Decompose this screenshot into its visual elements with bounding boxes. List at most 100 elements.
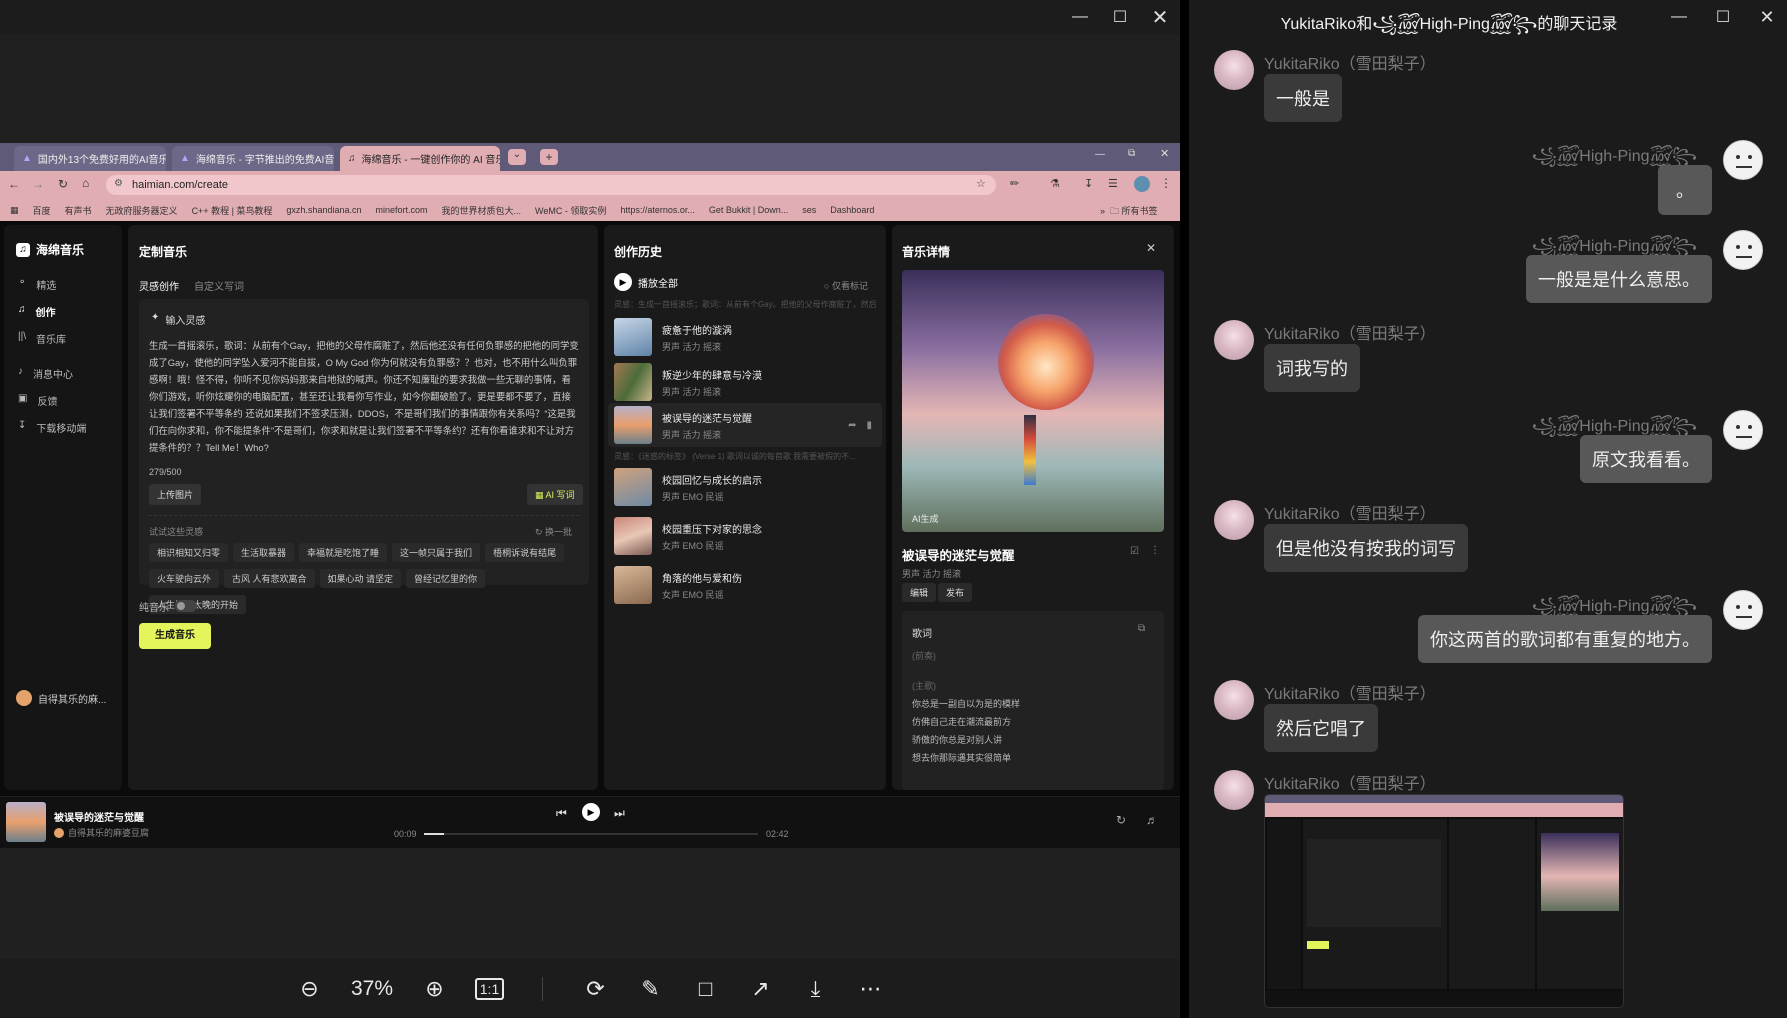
suggestion-chip[interactable]: 曾经记忆里的你 xyxy=(406,569,486,588)
history-item[interactable]: 叛逆少年的肆意与冷漠 男声 活力 摇滚 xyxy=(614,360,884,404)
upload-image-button[interactable]: 上传图片 xyxy=(149,484,202,505)
copy-icon[interactable]: ⧉ xyxy=(1138,623,1145,634)
more-icon[interactable]: ⋯ xyxy=(843,969,898,1009)
nav-item-feedback[interactable]: ▣ 反馈 xyxy=(18,393,57,408)
home-icon[interactable]: ⌂ xyxy=(82,176,89,190)
close-icon[interactable]: ✕ xyxy=(1146,241,1156,255)
bookmark-item[interactable]: C++ 教程 | 菜鸟教程 xyxy=(192,204,273,217)
browser-tab[interactable]: ▲ 海绵音乐 - 字节推出的免费AI音乐 xyxy=(172,146,334,171)
user-profile[interactable]: 自得其乐的麻... xyxy=(16,690,106,706)
site-info-icon[interactable]: ⚙ xyxy=(114,178,123,189)
lab-icon[interactable]: ⚗ xyxy=(1050,177,1060,190)
tab-inspiration[interactable]: 灵感创作 xyxy=(139,278,179,293)
avatar[interactable] xyxy=(1723,230,1763,270)
brand[interactable]: ♫ 海绵音乐 xyxy=(16,241,84,258)
actual-size-button[interactable]: 1:1 xyxy=(462,969,517,1009)
ai-lyrics-button[interactable]: ▦ AI 写词 xyxy=(527,484,583,505)
avatar[interactable] xyxy=(1723,410,1763,450)
rotate-icon[interactable]: ⟳ xyxy=(568,969,623,1009)
suggestion-chip[interactable]: 相识相知又归零 xyxy=(149,543,229,562)
image-message[interactable] xyxy=(1264,794,1624,1008)
tab-custom-lyrics[interactable]: 自定义写词 xyxy=(194,278,244,293)
zoom-out-icon[interactable]: ⊖ xyxy=(282,969,337,1009)
inspiration-input[interactable]: ✦ 输入灵感 生成一首摇滚乐，歌词：从前有个Gay，把他的父母作腐赃了，然后他还没… xyxy=(139,299,589,614)
bookmark-star-icon[interactable]: ☆ xyxy=(976,177,986,190)
avatar[interactable] xyxy=(1723,140,1763,180)
apps-icon[interactable]: ▦ xyxy=(10,205,19,216)
suggestion-chip[interactable]: 火车驶向云外 xyxy=(149,569,220,588)
volume-icon[interactable]: ♬ xyxy=(1146,813,1158,827)
suggestion-chip[interactable]: 如果心动 请坚定 xyxy=(319,569,402,588)
download-icon[interactable]: ↧ xyxy=(1084,177,1093,190)
maximize-icon[interactable]: ☐ xyxy=(1100,0,1140,34)
next-icon[interactable]: ⏭ xyxy=(614,806,625,821)
nav-item-download[interactable]: ↧ 下载移动端 xyxy=(18,420,86,435)
avatar[interactable] xyxy=(1214,500,1254,540)
bookmark-icon[interactable]: ▮ xyxy=(866,420,872,431)
bookmark-item[interactable]: minefort.com xyxy=(375,205,427,215)
message-bubble[interactable]: 原文我看看。 xyxy=(1580,435,1712,483)
message-bubble[interactable]: 一般是 xyxy=(1264,74,1342,122)
play-all-button[interactable]: ▶ 播放全部 xyxy=(614,273,678,291)
bookmark-item[interactable]: https://aternos.or... xyxy=(620,205,695,215)
tag-only-toggle[interactable]: ○ 仅看标记 xyxy=(824,279,868,292)
message-bubble[interactable]: 一般是是什么意思。 xyxy=(1526,255,1712,303)
bookmark-item[interactable]: gxzh.shandiana.cn xyxy=(286,205,361,215)
menu-icon[interactable]: ⋮ xyxy=(1160,176,1172,190)
bookmark-item[interactable]: 无政府服务器定义 xyxy=(106,204,178,217)
edit-pen-icon[interactable]: ✎ xyxy=(623,969,678,1009)
bookmark-item[interactable]: 百度 xyxy=(33,204,51,217)
nav-item-library[interactable]: ||\ 音乐库 xyxy=(18,331,66,346)
all-bookmarks[interactable]: » 🗀 所有书签 xyxy=(1100,204,1158,220)
bookmark-item[interactable]: WeMC - 领取实例 xyxy=(535,204,606,217)
browser-tab[interactable]: ▲国内外13个免费好用的AI音乐生成 xyxy=(14,146,166,171)
message-bubble[interactable]: 。 xyxy=(1658,165,1712,215)
nav-item-featured[interactable]: ⚬ 精选 xyxy=(18,277,56,292)
suggestion-chip[interactable]: 生活取暴器 xyxy=(233,543,295,562)
bookmark-item[interactable]: 有声书 xyxy=(65,204,92,217)
message-bubble[interactable]: 但是他没有按我的词写 xyxy=(1264,524,1468,572)
minimize-icon[interactable]: — xyxy=(1060,0,1100,34)
nav-item-create[interactable]: ♫ 创作 xyxy=(18,304,56,319)
bookmark-item[interactable]: 我的世界材质包大... xyxy=(442,204,522,217)
minimize-icon[interactable]: — xyxy=(1095,149,1105,160)
tab-list-icon[interactable]: ⌄ xyxy=(508,149,526,165)
message-bubble[interactable]: 然后它唱了 xyxy=(1264,704,1378,752)
repeat-icon[interactable]: ↻ xyxy=(1116,813,1126,827)
suggestion-chip[interactable]: 梧桐诉说有结尾 xyxy=(485,543,565,562)
like-icon[interactable]: ☑ xyxy=(1130,546,1139,557)
suggestion-chip[interactable]: 幸福就是吃饱了睡 xyxy=(299,543,388,562)
close-icon[interactable]: ✕ xyxy=(1160,147,1169,160)
zoom-in-icon[interactable]: ⊕ xyxy=(407,969,462,1009)
publish-button[interactable]: 发布 xyxy=(938,583,973,602)
avatar[interactable] xyxy=(1723,590,1763,630)
avatar[interactable] xyxy=(1214,680,1254,720)
more-icon[interactable]: ⋮ xyxy=(1150,545,1160,556)
bookmark-item[interactable]: ses xyxy=(802,205,816,215)
minimize-icon[interactable]: — xyxy=(1659,0,1699,34)
restore-icon[interactable]: ⧉ xyxy=(1128,148,1135,159)
avatar[interactable] xyxy=(1214,770,1254,810)
bookmark-item[interactable]: Dashboard xyxy=(830,205,874,215)
suggestion-chip[interactable]: 这一帧只属于我们 xyxy=(392,543,481,562)
maximize-icon[interactable]: ☐ xyxy=(1703,0,1743,34)
refresh-button[interactable]: ↻ 换一批 xyxy=(535,525,572,538)
history-item[interactable]: 角落的他与爱和伤 女声 EMO 民谣 xyxy=(614,563,884,607)
back-icon[interactable]: ← xyxy=(8,177,20,191)
suggestion-chip[interactable]: 古风 人有悲欢离合 xyxy=(224,569,315,588)
profile-avatar[interactable] xyxy=(1134,176,1150,192)
history-item[interactable]: 疲惫于他的漩涡 男声 活力 摇滚 xyxy=(614,315,884,359)
media-icon[interactable]: ☰ xyxy=(1108,177,1118,190)
now-playing-artist[interactable]: 自得其乐的麻婆豆腐 xyxy=(54,826,149,839)
nav-item-messages[interactable]: ♪ 消息中心 xyxy=(18,366,73,381)
avatar[interactable] xyxy=(1214,50,1254,90)
close-icon[interactable]: ✕ xyxy=(1747,0,1787,34)
forward-icon[interactable]: → xyxy=(32,177,44,191)
extensions-icon[interactable]: ✏ xyxy=(1010,177,1019,190)
previous-icon[interactable]: ⏮ xyxy=(556,806,567,821)
avatar[interactable] xyxy=(1214,320,1254,360)
generate-music-button[interactable]: 生成音乐 xyxy=(139,623,211,649)
share-icon[interactable]: ↗ xyxy=(733,969,788,1009)
close-icon[interactable]: ✕ xyxy=(1140,0,1180,34)
message-bubble[interactable]: 你这两首的歌词都有重复的地方。 xyxy=(1418,615,1712,663)
